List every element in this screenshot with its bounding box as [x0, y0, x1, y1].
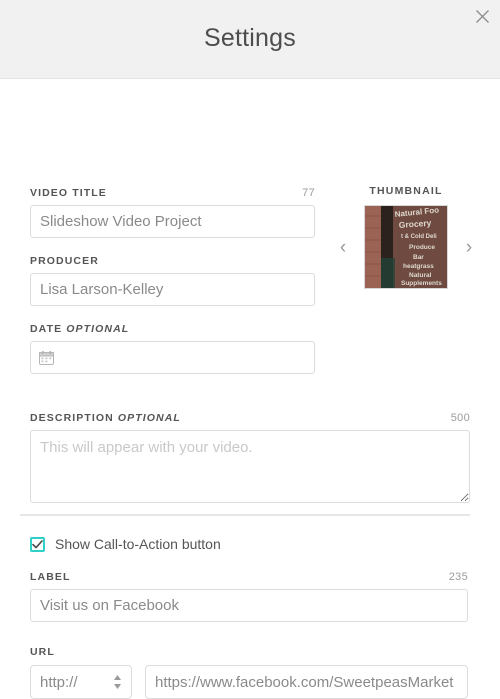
- description-optional-tag: Optional: [117, 412, 181, 424]
- field-video-title: Video Title 77: [30, 187, 315, 238]
- field-cta-url: URL http://: [30, 646, 468, 699]
- producer-label: Producer: [30, 255, 99, 267]
- thumbnail-next-button[interactable]: ›: [462, 238, 476, 257]
- date-label-text: Date: [30, 323, 63, 335]
- modal-header: Settings: [0, 0, 500, 79]
- field-producer: Producer: [30, 255, 315, 306]
- description-counter: 500: [450, 412, 470, 424]
- cta-url-input[interactable]: [145, 665, 468, 699]
- cta-url-label: URL: [30, 646, 55, 658]
- svg-text:Supplements: Supplements: [401, 280, 442, 287]
- thumbnail-prev-button[interactable]: ‹: [336, 238, 350, 257]
- cta-label-counter: 235: [448, 571, 468, 583]
- thumbnail-image[interactable]: Natural Foo Grocery t & Cold Deli Produc…: [364, 205, 448, 289]
- close-button[interactable]: [469, 3, 495, 29]
- show-cta-checkbox[interactable]: [30, 536, 45, 552]
- date-input[interactable]: [30, 341, 315, 374]
- svg-text:t & Cold Deli: t & Cold Deli: [401, 234, 437, 240]
- field-cta-label: Label 235: [30, 571, 468, 622]
- description-textarea[interactable]: [30, 430, 470, 503]
- cta-label-input[interactable]: [30, 589, 468, 622]
- url-scheme-value: http://: [40, 673, 78, 691]
- svg-text:heatgrass: heatgrass: [403, 263, 434, 270]
- description-label-text: Description: [30, 412, 114, 424]
- svg-text:Bar: Bar: [413, 254, 424, 261]
- date-label: Date Optional: [30, 323, 129, 335]
- section-divider: [20, 514, 470, 516]
- primary-fields-column: Video Title 77 Producer Date Optional: [30, 187, 315, 391]
- show-cta-label: Show Call-to-Action button: [55, 536, 221, 552]
- checkmark-icon: [32, 539, 43, 549]
- description-label: Description Optional: [30, 412, 181, 424]
- video-title-label: Video Title: [30, 187, 107, 199]
- thumbnail-section: Thumbnail ‹: [336, 185, 476, 289]
- updown-stepper-icon[interactable]: [113, 674, 122, 690]
- video-title-input[interactable]: [30, 205, 315, 238]
- video-title-counter: 77: [302, 187, 315, 199]
- thumbnail-label: Thumbnail: [369, 185, 443, 197]
- producer-input[interactable]: [30, 273, 315, 306]
- svg-text:Natural: Natural: [409, 272, 432, 279]
- date-optional-tag: Optional: [66, 323, 130, 335]
- cta-label-label: Label: [30, 571, 71, 583]
- close-icon: [475, 9, 490, 24]
- svg-text:Produce: Produce: [409, 244, 435, 251]
- cta-toggle-row[interactable]: Show Call-to-Action button: [30, 536, 221, 552]
- field-date: Date Optional: [30, 323, 315, 374]
- field-description: Description Optional 500: [30, 412, 470, 508]
- page-title: Settings: [204, 24, 296, 52]
- url-scheme-select[interactable]: http://: [30, 665, 132, 699]
